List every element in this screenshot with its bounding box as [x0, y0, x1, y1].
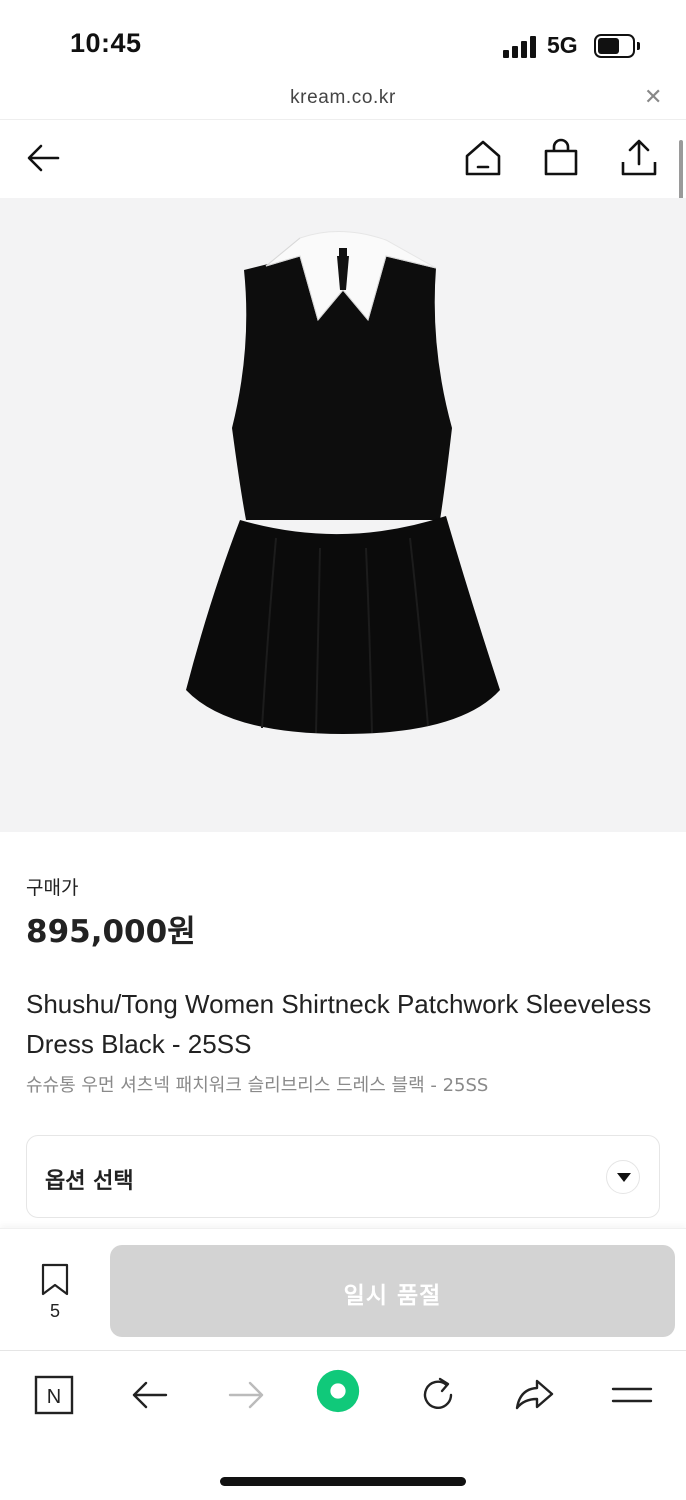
- menu-icon[interactable]: [610, 1373, 654, 1417]
- bookmark-count: 5: [49, 1301, 60, 1321]
- product-title-ko: 슈슈통 우먼 셔츠넥 패치워크 슬리브리스 드레스 블랙 - 25SS: [26, 1075, 489, 1096]
- green-circle-icon[interactable]: [316, 1369, 368, 1421]
- product-image[interactable]: [0, 198, 686, 832]
- naver-icon[interactable]: N: [32, 1373, 76, 1417]
- forward-arrow-icon[interactable]: [224, 1373, 268, 1417]
- back-arrow-icon[interactable]: [128, 1373, 172, 1417]
- option-label: 옵션 선택: [45, 1169, 134, 1194]
- bookmark-button[interactable]: 5: [34, 1261, 76, 1321]
- close-icon[interactable]: ✕: [644, 84, 662, 110]
- chevron-down-icon[interactable]: [606, 1160, 640, 1194]
- product-title-en: Shushu/Tong Women Shirtneck Patchwork Sl…: [26, 989, 652, 1059]
- app-header: [0, 120, 686, 198]
- share-arrow-icon[interactable]: [512, 1373, 556, 1417]
- soldout-label: 일시 품절: [343, 1283, 442, 1309]
- url-text[interactable]: kream.co.kr: [0, 87, 686, 109]
- status-bar: 10:45 5G: [0, 0, 686, 90]
- status-time: 10:45: [70, 28, 142, 58]
- price-label: 구매가: [26, 877, 79, 899]
- option-select[interactable]: 옵션 선택: [26, 1135, 660, 1218]
- svg-text:N: N: [47, 1386, 61, 1408]
- reload-icon[interactable]: [416, 1373, 460, 1417]
- share-upload-icon[interactable]: [619, 138, 659, 178]
- url-bar[interactable]: kream.co.kr ✕: [0, 80, 686, 120]
- soldout-button[interactable]: 일시 품절: [110, 1245, 675, 1337]
- browser-toolbar: N: [0, 1350, 686, 1500]
- network-label: 5G: [547, 32, 578, 58]
- home-icon[interactable]: [463, 138, 503, 178]
- bookmark-icon: [41, 1263, 69, 1296]
- arrow-left-icon[interactable]: [24, 138, 64, 178]
- home-indicator[interactable]: [220, 1477, 466, 1486]
- battery-icon: [594, 34, 640, 58]
- price: 895,000원: [26, 914, 196, 950]
- action-bar: 5 일시 품절: [0, 1228, 686, 1350]
- signal-icon: [503, 36, 539, 58]
- shopping-bag-icon[interactable]: [541, 138, 581, 178]
